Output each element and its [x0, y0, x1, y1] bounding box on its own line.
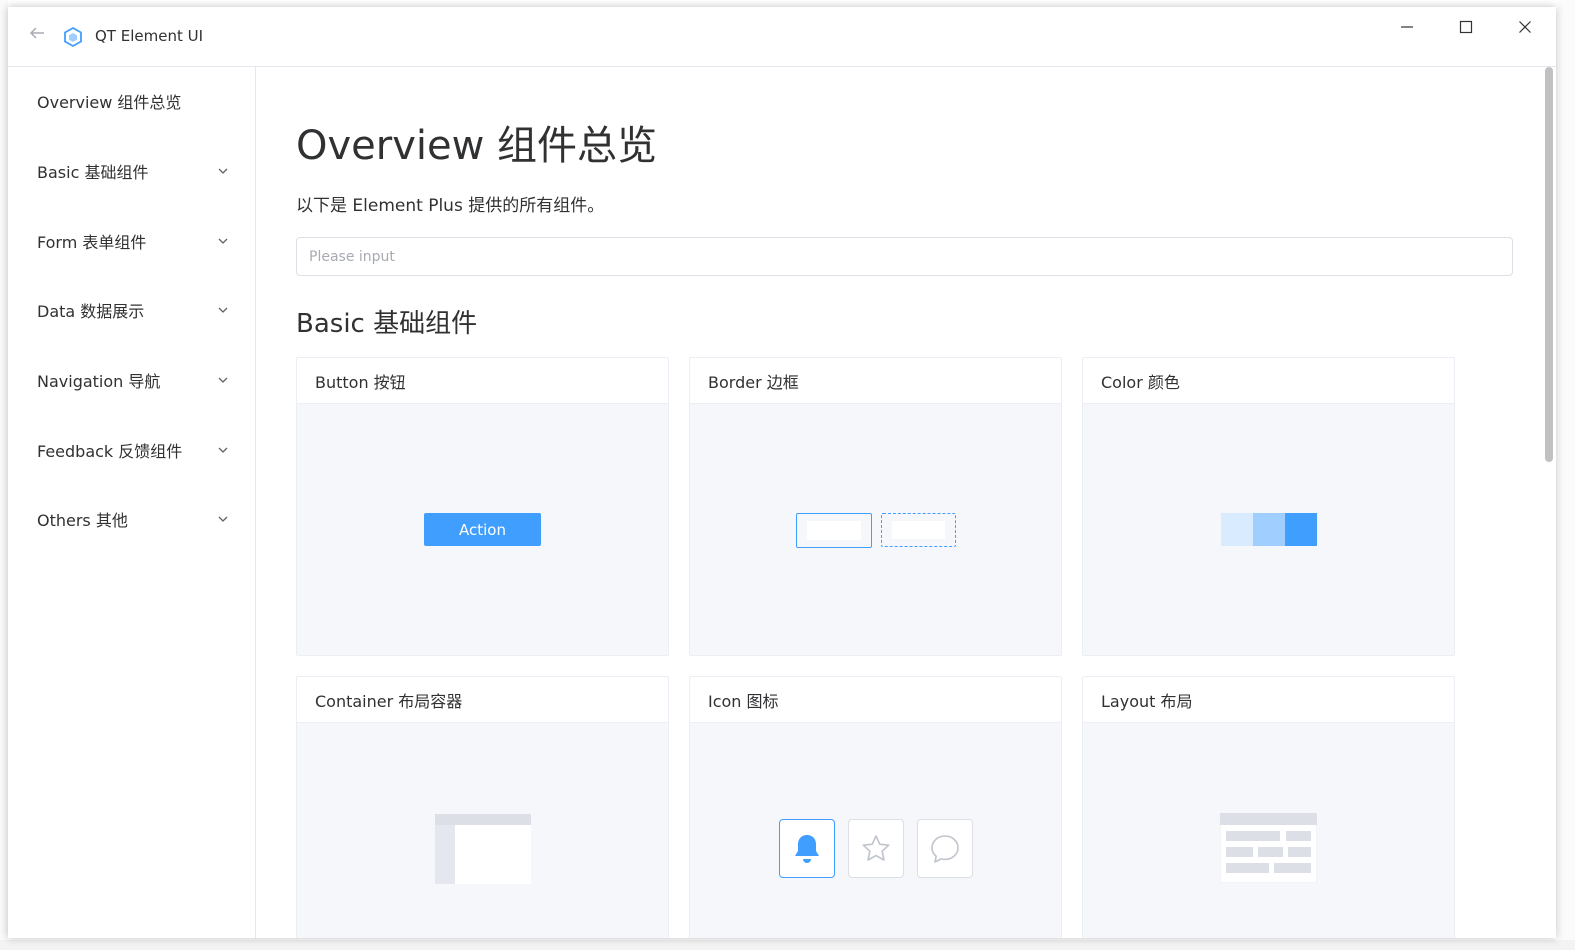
section-title: Basic 基础组件 — [296, 309, 478, 339]
minimize-icon — [1401, 26, 1413, 28]
bell-icon — [795, 834, 819, 863]
vertical-scrollbar[interactable] — [1542, 67, 1556, 938]
background-editor-right — [1559, 0, 1575, 950]
card-title: Icon 图标 — [690, 677, 1061, 723]
sidebar-item-label: Basic 基础组件 — [37, 163, 149, 182]
sidebar-item-data[interactable]: Data 数据展示 — [8, 282, 255, 338]
page-title: Overview 组件总览 — [296, 123, 658, 169]
sidebar-item-label: Others 其他 — [37, 511, 128, 530]
sidebar-item-navigation[interactable]: Navigation 导航 — [8, 352, 255, 408]
star-icon — [862, 834, 890, 861]
sidebar-item-label: Navigation 导航 — [37, 372, 161, 391]
sidebar-item-basic[interactable]: Basic 基础组件 — [8, 143, 255, 199]
sidebar-item-feedback[interactable]: Feedback 反馈组件 — [8, 422, 255, 478]
card-color[interactable]: Color 颜色 — [1082, 357, 1455, 656]
window-title: QT Element UI — [95, 27, 204, 45]
card-title: Button 按钮 — [297, 358, 668, 404]
maximize-button[interactable] — [1437, 7, 1495, 47]
card-preview: Action — [297, 404, 668, 655]
chevron-down-icon — [218, 377, 228, 383]
icon-demo-star — [848, 819, 904, 878]
card-container[interactable]: Container 布局容器 — [296, 676, 669, 938]
chevron-down-icon — [218, 516, 228, 522]
sidebar-item-label: Feedback 反馈组件 — [37, 442, 183, 461]
color-swatch-light — [1221, 513, 1253, 546]
chevron-down-icon — [218, 307, 228, 313]
app-window: QT Element UI Overview 组件总览 Basic 基础组件 F… — [8, 7, 1556, 938]
solid-border-demo — [796, 513, 872, 548]
card-layout[interactable]: Layout 布局 — [1082, 676, 1455, 938]
card-border[interactable]: Border 边框 — [689, 357, 1062, 656]
chevron-down-icon — [218, 238, 228, 244]
icon-demo-chat — [917, 819, 973, 878]
title-bar: QT Element UI — [8, 7, 1556, 67]
card-preview — [690, 723, 1061, 938]
chevron-down-icon — [218, 447, 228, 453]
card-title: Border 边框 — [690, 358, 1061, 404]
sidebar-item-label: Overview 组件总览 — [37, 93, 182, 112]
main-content: Overview 组件总览 以下是 Element Plus 提供的所有组件。 … — [256, 67, 1540, 938]
card-preview — [1083, 404, 1454, 655]
app-logo-icon — [64, 26, 82, 48]
sidebar-item-form[interactable]: Form 表单组件 — [8, 213, 255, 269]
background-editor-bottom — [0, 940, 1575, 950]
card-preview — [297, 723, 668, 938]
color-swatch-primary — [1285, 513, 1317, 546]
grid-layout-icon — [1220, 813, 1317, 883]
arrow-left-icon — [29, 27, 44, 39]
background-editor-left — [0, 0, 8, 950]
minimize-button[interactable] — [1378, 7, 1436, 47]
color-swatch-medium — [1253, 513, 1285, 546]
close-icon — [1519, 21, 1531, 33]
card-preview — [1083, 723, 1454, 938]
sidebar-item-others[interactable]: Others 其他 — [8, 491, 255, 547]
maximize-icon — [1459, 20, 1473, 34]
icon-demo-bell — [779, 819, 835, 878]
card-title: Container 布局容器 — [297, 677, 668, 723]
chat-bubble-icon — [931, 834, 959, 863]
card-button[interactable]: Button 按钮 Action — [296, 357, 669, 656]
sidebar-item-overview[interactable]: Overview 组件总览 — [8, 73, 255, 129]
card-title: Color 颜色 — [1083, 358, 1454, 404]
close-button[interactable] — [1496, 7, 1554, 47]
card-icon[interactable]: Icon 图标 — [689, 676, 1062, 938]
sidebar-item-label: Data 数据展示 — [37, 302, 145, 321]
dashed-border-demo — [881, 513, 956, 547]
sidebar-menu: Overview 组件总览 Basic 基础组件 Form 表单组件 Data … — [8, 67, 256, 938]
scrollbar-thumb[interactable] — [1545, 67, 1553, 462]
back-button[interactable] — [24, 24, 50, 50]
card-title: Layout 布局 — [1083, 677, 1454, 723]
card-preview — [690, 404, 1061, 655]
chevron-down-icon — [218, 168, 228, 174]
page-description: 以下是 Element Plus 提供的所有组件。 — [296, 196, 605, 216]
container-layout-icon — [435, 814, 531, 884]
sidebar-item-label: Form 表单组件 — [37, 233, 147, 252]
search-input[interactable] — [296, 237, 1513, 276]
demo-action-button[interactable]: Action — [424, 513, 541, 546]
